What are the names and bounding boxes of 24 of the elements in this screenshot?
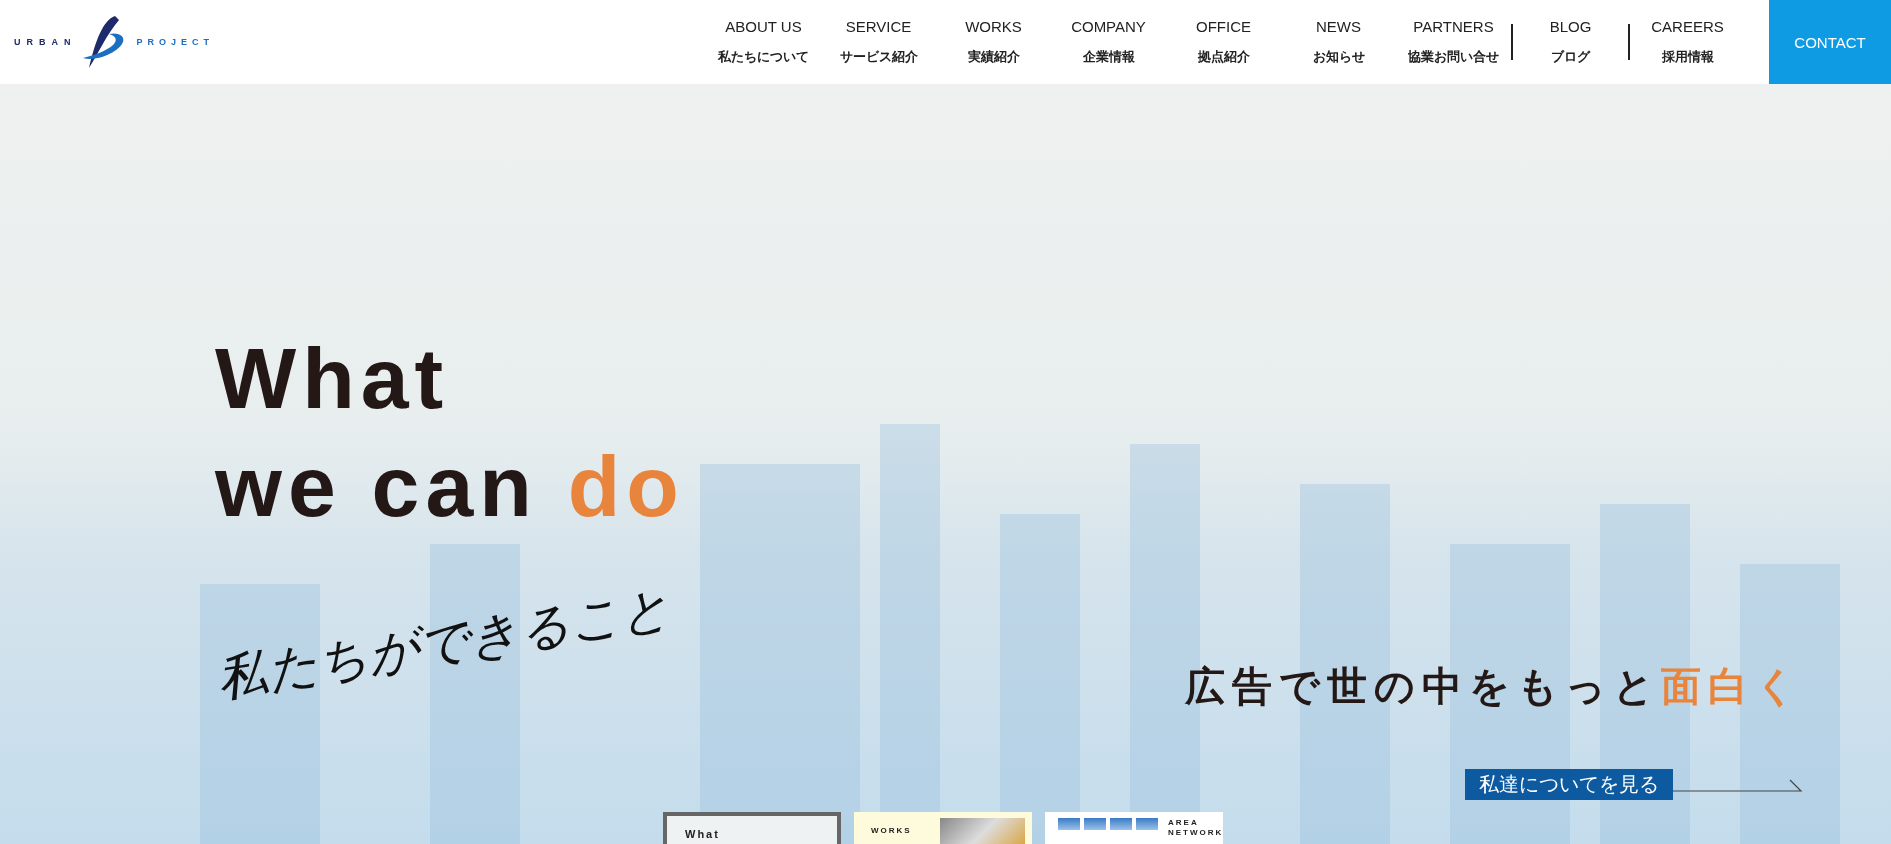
nav-link[interactable]: COMPANY 企業情報 bbox=[1051, 18, 1166, 66]
logo-text: PROJECT bbox=[136, 37, 214, 47]
nav-link[interactable]: SERVICE サービス紹介 bbox=[821, 18, 936, 66]
card-title: What bbox=[685, 828, 720, 840]
nav-link[interactable]: BLOG ブログ bbox=[1513, 18, 1628, 66]
photo-placeholder bbox=[1136, 818, 1158, 830]
photo-placeholder bbox=[1058, 818, 1080, 830]
promo-card[interactable]: What bbox=[663, 812, 841, 844]
nav-link[interactable]: PARTNERS 協業お問い合せ bbox=[1396, 18, 1511, 66]
tagline: 広告で世の中をもっと面白く bbox=[1185, 663, 1803, 710]
nav-link[interactable]: NEWS お知らせ bbox=[1281, 18, 1396, 66]
handwritten-subtitle: 私たちができること bbox=[212, 578, 676, 709]
photo-placeholder bbox=[1110, 818, 1132, 830]
photo-placeholder bbox=[1084, 818, 1106, 830]
nav-link[interactable]: CAREERS 採用情報 bbox=[1630, 18, 1745, 66]
nav-link[interactable]: WORKS 実績紹介 bbox=[936, 18, 1051, 66]
logo-text: URBAN bbox=[14, 37, 77, 47]
nav-link[interactable]: OFFICE 拠点紹介 bbox=[1166, 18, 1281, 66]
hero-title: What we can do bbox=[215, 329, 685, 536]
card-title: WORKS bbox=[871, 826, 912, 837]
promo-card[interactable]: AREA NETWORK bbox=[1045, 812, 1223, 844]
about-link[interactable]: 私達についてを見る bbox=[1465, 769, 1673, 800]
promo-card[interactable]: WORKS bbox=[854, 812, 1032, 844]
nav-link[interactable]: ABOUT US 私たちについて bbox=[706, 18, 821, 66]
